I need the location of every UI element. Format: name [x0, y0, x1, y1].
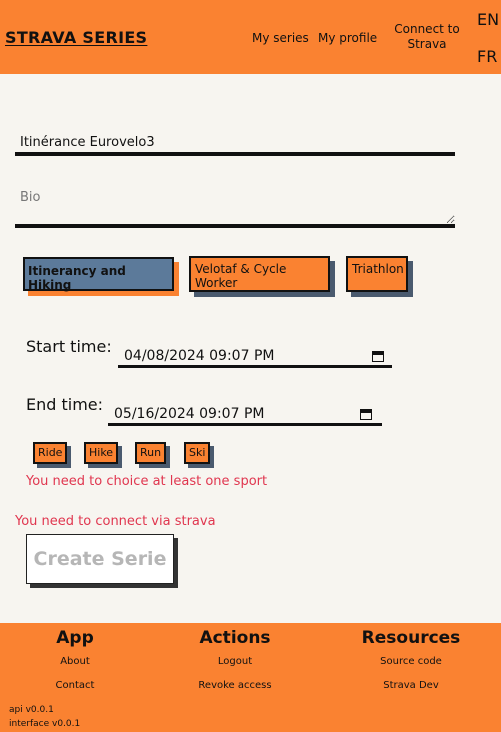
end-time-value: 05/16/2024 09:07 PM [114, 406, 265, 422]
language-en[interactable]: EN [477, 10, 499, 29]
footer-title-app: App [56, 628, 94, 648]
sport-chip-ride[interactable]: Ride [33, 442, 68, 464]
sport-error-message: You need to choice at least one sport [26, 474, 268, 489]
calendar-icon[interactable] [360, 409, 372, 420]
nav-my-series[interactable]: My series [252, 31, 309, 45]
end-time-input[interactable]: 05/16/2024 09:07 PM [108, 404, 382, 426]
footer-title-actions: Actions [199, 628, 271, 648]
interface-version: interface v0.0.1 [9, 719, 81, 729]
category-chip-itinerancy[interactable]: Itinerancy and Hiking [23, 257, 174, 292]
bio-textarea[interactable] [15, 182, 455, 228]
strava-error-message: You need to connect via strava [15, 514, 216, 529]
sport-chip-ski[interactable]: Ski [184, 442, 211, 464]
api-version: api v0.0.1 [9, 705, 54, 715]
category-chip-triathlon[interactable]: Triathlon [346, 256, 408, 292]
nav-my-profile[interactable]: My profile [318, 31, 377, 45]
top-header: STRAVA SERIES My series My profile Conne… [0, 0, 501, 74]
language-fr[interactable]: FR [477, 47, 497, 66]
calendar-icon[interactable] [372, 351, 384, 362]
end-time-label: End time: [26, 395, 104, 414]
nav-connect-strava[interactable]: Connect to Strava [393, 22, 461, 52]
footer-link-contact[interactable]: Contact [40, 680, 110, 691]
start-time-input[interactable]: 04/08/2024 09:07 PM [118, 346, 392, 368]
footer-link-logout[interactable]: Logout [185, 656, 285, 667]
footer-link-about[interactable]: About [40, 656, 110, 667]
create-serie-button[interactable]: Create Serie [26, 534, 174, 584]
sport-chip-hike[interactable]: Hike [84, 442, 119, 464]
brand-title[interactable]: STRAVA SERIES [5, 28, 147, 47]
footer-link-revoke-access[interactable]: Revoke access [185, 680, 285, 691]
footer: App Actions Resources About Contact Logo… [0, 623, 501, 732]
start-time-value: 04/08/2024 09:07 PM [124, 348, 275, 364]
footer-title-resources: Resources [361, 628, 461, 648]
footer-link-source-code[interactable]: Source code [356, 656, 466, 667]
start-time-label: Start time: [26, 337, 112, 356]
footer-link-strava-dev[interactable]: Strava Dev [356, 680, 466, 691]
sport-chip-run[interactable]: Run [135, 442, 167, 464]
serie-name-input[interactable] [15, 128, 455, 156]
category-chip-velotaf[interactable]: Velotaf & Cycle Worker [189, 256, 330, 292]
